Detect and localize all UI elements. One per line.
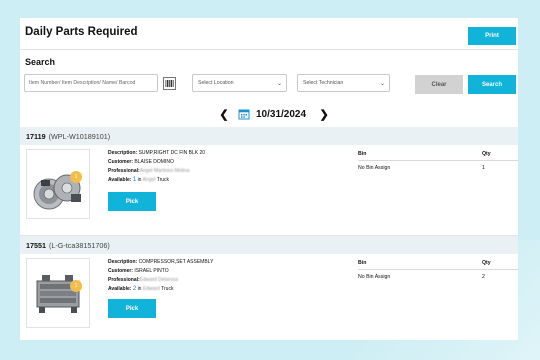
pick-button[interactable]: Pick: [108, 299, 156, 318]
available-in: in: [137, 177, 142, 183]
qty-value: 2: [482, 274, 485, 280]
part-card-header: 17551 (L-G-tca38151706): [20, 236, 518, 254]
part-details: Description: SUMP,RIGHT DC FIN BLK 20 Cu…: [108, 149, 205, 185]
part-code: (L-G-tca38151706): [49, 240, 110, 250]
available-in: in: [137, 286, 142, 292]
search-button[interactable]: Search: [468, 75, 516, 94]
bin-header: Bin: [358, 151, 367, 157]
bin-value: No Bin Assign: [358, 274, 391, 280]
part-details: Description: COMPRESSOR,SET ASSEMBLY Cus…: [108, 258, 213, 294]
bin-value: No Bin Assign: [358, 165, 391, 171]
professional-name: Edward Delarosa: [139, 277, 179, 283]
available-label: Available:: [108, 286, 132, 292]
customer-label: Customer:: [108, 268, 134, 274]
professional-label: Professional:: [108, 277, 140, 283]
available-qty: 2: [132, 286, 137, 292]
available-qty: 1: [132, 177, 137, 183]
chevron-down-icon: ⌄: [379, 81, 385, 87]
search-section-label: Search: [25, 57, 56, 67]
available-unit: Truck: [161, 286, 174, 292]
calendar-icon[interactable]: [238, 108, 250, 120]
brake-disc-image: [33, 174, 81, 210]
part-card-header: 17119 (WPL-W10189101): [20, 127, 518, 145]
location-select-value: Select Location: [198, 80, 234, 86]
available-label: Available:: [108, 177, 132, 183]
available-location: Edward: [142, 286, 160, 292]
part-number: 17119: [26, 131, 46, 141]
bin-divider: [358, 160, 518, 161]
description-label: Description:: [108, 150, 138, 156]
page-header: Daily Parts Required Print: [20, 18, 518, 50]
part-card: 17119 (WPL-W10189101) 1 Description: SUM…: [20, 127, 518, 235]
date-navigator: ❮ 10/31/2024 ❯: [218, 107, 330, 121]
quantity-badge: 1: [70, 280, 82, 292]
previous-date-icon[interactable]: ❮: [218, 108, 230, 121]
clear-button[interactable]: Clear: [415, 75, 463, 94]
part-image: [26, 258, 90, 328]
main-panel: Daily Parts Required Print Search Select…: [20, 18, 518, 340]
professional-name: Angel Martinez-Molina: [139, 168, 190, 174]
search-input[interactable]: [24, 74, 158, 92]
page-title: Daily Parts Required: [25, 26, 138, 38]
part-code: (WPL-W10189101): [48, 131, 111, 141]
bin-divider: [358, 269, 518, 270]
next-date-icon[interactable]: ❯: [318, 108, 330, 121]
technician-select[interactable]: Select Technician ⌄: [297, 74, 390, 92]
pick-button[interactable]: Pick: [108, 192, 156, 211]
current-date: 10/31/2024: [256, 108, 307, 120]
technician-select-value: Select Technician: [303, 80, 344, 86]
customer-name: ISRAEL PINTO: [134, 268, 169, 274]
part-number: 17551: [26, 240, 46, 250]
customer-name: BLAISE DOMINO: [134, 159, 174, 165]
professional-label: Professional:: [108, 168, 140, 174]
description-label: Description:: [108, 259, 138, 265]
qty-value: 1: [482, 165, 485, 171]
barcode-icon[interactable]: [163, 77, 176, 90]
location-select[interactable]: Select Location ⌄: [192, 74, 287, 92]
qty-header: Qty: [482, 151, 491, 157]
compressor-image: [36, 275, 80, 313]
qty-header: Qty: [482, 260, 491, 266]
bin-header: Bin: [358, 260, 367, 266]
print-button[interactable]: Print: [468, 27, 516, 45]
available-unit: Truck: [156, 177, 170, 183]
part-description: SUMP,RIGHT DC FIN BLK 20: [138, 150, 206, 156]
quantity-badge: 1: [70, 171, 82, 183]
part-description: COMPRESSOR,SET ASSEMBLY: [138, 259, 214, 265]
part-image: [26, 149, 90, 219]
available-location: Angel: [142, 177, 156, 183]
chevron-down-icon: ⌄: [276, 81, 282, 87]
part-card: 17551 (L-G-tca38151706) 1 Description: C…: [20, 236, 518, 340]
customer-label: Customer:: [108, 159, 134, 165]
